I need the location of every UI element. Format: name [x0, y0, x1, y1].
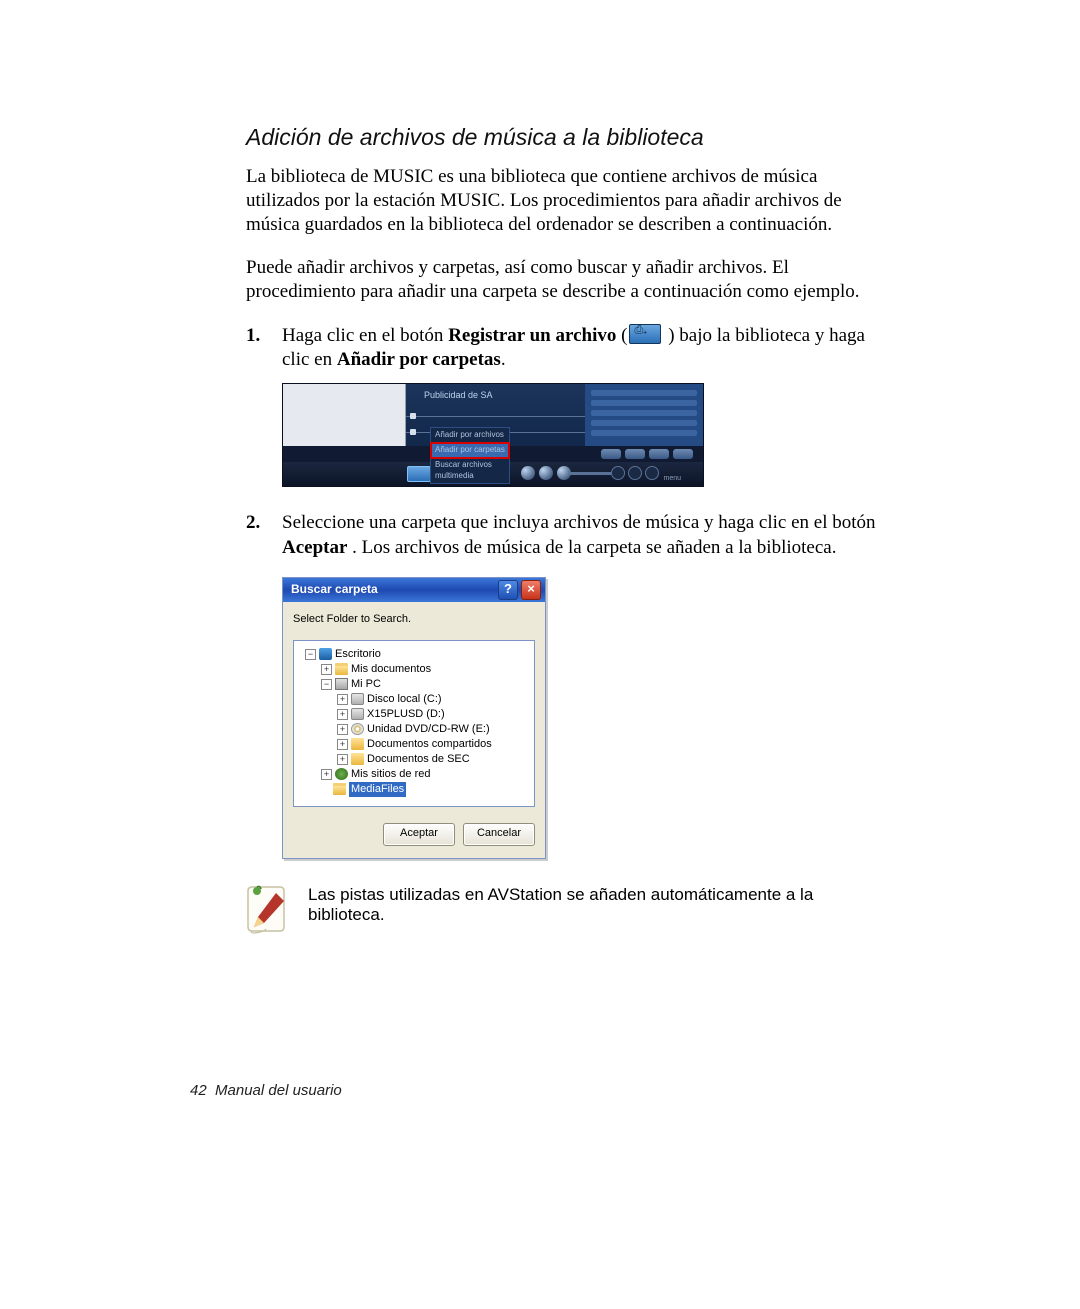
register-file-dropdown: Añadir por archivos Añadir por carpetas …	[430, 427, 510, 485]
network-icon	[335, 768, 348, 780]
round-control-icon[interactable]	[611, 466, 625, 480]
browse-folder-dialog: Buscar carpeta ? × Select Folder to Sear…	[282, 577, 546, 859]
step-1: 1. Haga clic en el botón Registrar un ar…	[246, 324, 880, 487]
folder-icon	[333, 783, 346, 795]
expand-icon[interactable]: +	[337, 754, 348, 765]
dialog-button-row: Aceptar Cancelar	[283, 815, 545, 858]
dialog-titlebar[interactable]: Buscar carpeta ? ×	[283, 578, 545, 602]
player-small-button[interactable]	[625, 449, 645, 459]
footer-label: Manual del usuario	[215, 1082, 342, 1099]
round-control-icon[interactable]	[645, 466, 659, 480]
step-1-text-pre: Haga clic en el botón	[282, 325, 448, 346]
step-2-text-post: . Los archivos de música de la carpeta s…	[352, 537, 836, 558]
expand-icon[interactable]: +	[321, 664, 332, 675]
page-footer: 42 Manual del usuario	[190, 1082, 342, 1099]
step-1-number: 1.	[246, 324, 260, 349]
register-file-button[interactable]	[407, 466, 431, 482]
step-1-register-file-label: Registrar un archivo	[448, 325, 616, 346]
desktop-icon	[319, 648, 332, 660]
tree-item-shared[interactable]: +Documentos compartidos	[298, 737, 530, 752]
disk-icon	[351, 708, 364, 720]
player-left-panel	[283, 384, 406, 446]
folder-tree[interactable]: −Escritorio +Mis documentos −Mi PC +Disc…	[293, 640, 535, 807]
dropdown-item-add-by-files[interactable]: Añadir por archivos	[431, 428, 509, 443]
dropdown-item-add-by-folders[interactable]: Añadir por carpetas	[431, 443, 509, 458]
tree-item-sec[interactable]: +Documentos de SEC	[298, 752, 530, 767]
player-menu-label: menu	[663, 474, 681, 483]
tree-item-diskc[interactable]: +Disco local (C:)	[298, 692, 530, 707]
dialog-title: Buscar carpeta	[291, 582, 495, 598]
step-2-number: 2.	[246, 511, 260, 536]
dvd-icon	[351, 723, 364, 735]
shared-folder-icon	[351, 738, 364, 750]
play-control-icon[interactable]	[521, 466, 535, 480]
tree-item-network[interactable]: +Mis sitios de red	[298, 767, 530, 782]
close-button[interactable]: ×	[521, 580, 541, 600]
register-file-icon	[629, 324, 661, 344]
expand-icon[interactable]: +	[337, 724, 348, 735]
section-heading: Adición de archivos de música a la bibli…	[246, 124, 880, 151]
expand-icon[interactable]: +	[337, 739, 348, 750]
player-small-button[interactable]	[601, 449, 621, 459]
intro-paragraph-1: La biblioteca de MUSIC es una biblioteca…	[246, 165, 880, 236]
step-1-add-by-folders-label: Añadir por carpetas	[337, 349, 501, 370]
note-block: Las pistas utilizadas en AVStation se añ…	[246, 883, 880, 935]
expand-icon[interactable]: +	[337, 694, 348, 705]
expand-icon[interactable]: +	[321, 769, 332, 780]
expand-icon[interactable]: +	[337, 709, 348, 720]
steps-list: 1. Haga clic en el botón Registrar un ar…	[246, 324, 880, 859]
tree-item-dvd[interactable]: +Unidad DVD/CD-RW (E:)	[298, 722, 530, 737]
help-button[interactable]: ?	[498, 580, 518, 600]
tree-item-mypc[interactable]: −Mi PC	[298, 677, 530, 692]
dialog-subtitle: Select Folder to Search.	[283, 602, 545, 630]
step-2-text-pre: Seleccione una carpeta que incluya archi…	[282, 512, 876, 533]
folder-icon	[335, 663, 348, 675]
player-small-button[interactable]	[649, 449, 669, 459]
accept-button[interactable]: Aceptar	[383, 823, 455, 846]
player-small-button[interactable]	[673, 449, 693, 459]
tree-item-diskd[interactable]: +X15PLUSD (D:)	[298, 707, 530, 722]
collapse-icon[interactable]: −	[305, 649, 316, 660]
collapse-icon[interactable]: −	[321, 679, 332, 690]
intro-paragraph-2: Puede añadir archivos y carpetas, así co…	[246, 256, 880, 304]
player-track-label: Publicidad de SA	[424, 390, 493, 402]
step-1-text-mid: (	[621, 325, 627, 346]
step-1-tail: .	[501, 349, 506, 370]
play-control-icon[interactable]	[539, 466, 553, 480]
disk-icon	[351, 693, 364, 705]
pc-icon	[335, 678, 348, 690]
tree-item-mediafiles[interactable]: MediaFiles	[298, 782, 530, 797]
progress-slider[interactable]	[569, 472, 611, 475]
page-number: 42	[190, 1082, 207, 1099]
dropdown-item-search-media[interactable]: Buscar archivos multimedia	[431, 458, 509, 483]
media-player-screenshot: Publicidad de SA	[282, 383, 704, 487]
cancel-button[interactable]: Cancelar	[463, 823, 535, 846]
manual-page: Adición de archivos de música a la bibli…	[0, 0, 1080, 1309]
player-playlist-panel	[585, 384, 703, 446]
round-control-icon[interactable]	[628, 466, 642, 480]
step-2: 2. Seleccione una carpeta que incluya ar…	[246, 511, 880, 858]
tree-item-desktop[interactable]: −Escritorio	[298, 647, 530, 662]
note-pencil-icon	[246, 883, 290, 935]
shared-folder-icon	[351, 753, 364, 765]
step-2-accept-label: Aceptar	[282, 537, 347, 558]
tree-item-mydocs[interactable]: +Mis documentos	[298, 662, 530, 677]
note-text: Las pistas utilizadas en AVStation se añ…	[308, 883, 880, 925]
